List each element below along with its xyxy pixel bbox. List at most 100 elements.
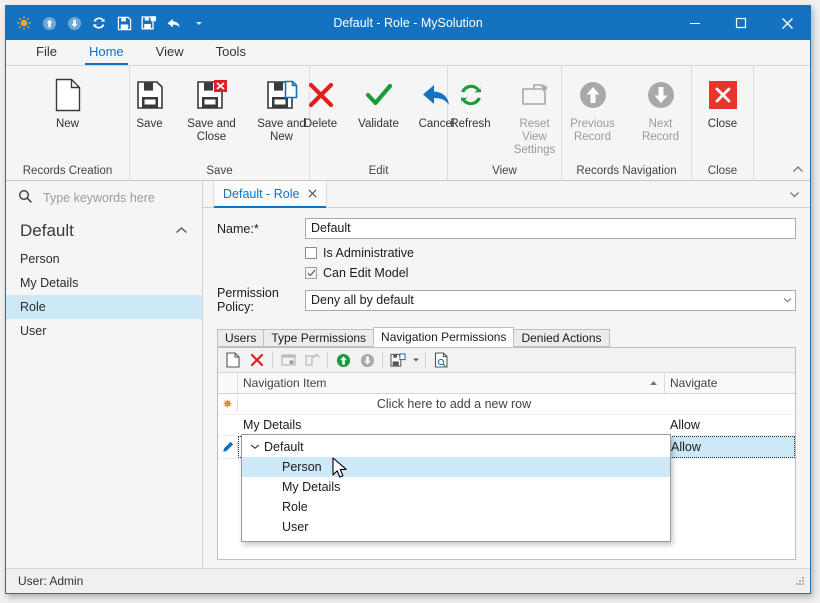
table-row[interactable]: My Details Allow [218,415,795,436]
document-tab-default-role[interactable]: Default - Role [213,181,328,208]
export-dropdown-icon[interactable] [410,349,422,371]
chevron-down-icon[interactable] [779,295,795,305]
sidebar-group-default[interactable]: Default [6,215,202,247]
sidebar-item-user[interactable]: User [6,319,202,343]
minimize-button[interactable] [672,6,718,40]
cell-navigate[interactable]: Allow [665,415,795,435]
new-record-icon[interactable] [221,349,245,371]
dropdown-group-default[interactable]: Default [242,437,670,457]
can-edit-model-label: Can Edit Model [323,266,409,280]
sidebar-group-title: Default [20,221,74,240]
sidebar-item-role[interactable]: Role [6,295,202,319]
ribbon-group-save: Save Save and Close Save and New Save [130,66,310,180]
export-icon[interactable] [386,349,410,371]
ribbon-tab-view[interactable]: View [140,41,200,65]
reset-view-settings-icon [520,75,550,115]
new-row-prompt[interactable]: Click here to add a new row [238,394,665,414]
close-button[interactable] [764,6,810,40]
ribbon-tab-file[interactable]: File [20,41,73,65]
ribbon-button-label: Save [136,118,163,130]
sidebar-item-my-details[interactable]: My Details [6,271,202,295]
ribbon-tab-home[interactable]: Home [73,41,140,65]
close-icon[interactable] [308,187,318,201]
navigation-item-dropdown: Default Person My Details Role User [241,434,671,542]
undo-icon[interactable] [165,14,183,32]
ribbon-button-new[interactable]: New [27,72,109,131]
ribbon-button-close[interactable]: Close [694,72,752,131]
column-header-navigate[interactable]: Navigate [665,373,795,393]
app-menu-icon[interactable] [15,14,33,32]
chevron-up-icon[interactable] [175,224,188,238]
name-input[interactable] [305,218,796,239]
field-row-can-edit-model: Can Edit Model [217,266,796,280]
permission-policy-combobox[interactable]: Deny all by default [305,289,796,311]
permission-policy-label: Permission Policy: [217,286,279,314]
new-row-navigate-cell[interactable] [665,394,795,414]
unlink-icon[interactable] [300,349,324,371]
search-input[interactable] [41,190,175,206]
tab-type-permissions[interactable]: Type Permissions [263,329,375,347]
status-bar: User: Admin [6,568,810,593]
quick-access-toolbar [6,14,208,32]
column-header-navigation-item[interactable]: Navigation Item [238,373,665,393]
document-tabbar: Default - Role [203,181,810,208]
dropdown-item-user[interactable]: User [242,517,670,537]
resize-grip-icon[interactable] [794,575,805,589]
save-and-close-icon[interactable] [140,14,158,32]
ribbon-button-label: Next Record [641,118,680,143]
ribbon-button-label: New [55,118,79,130]
next-record-icon [646,75,676,115]
ribbon-collapse-icon[interactable] [792,165,804,177]
ribbon-button-delete[interactable]: Delete [293,72,349,131]
ribbon-group-label: Records Navigation [576,165,677,177]
can-edit-model-checkbox[interactable] [305,267,317,279]
sidebar-search[interactable] [6,181,202,215]
ribbon-button-next-record[interactable]: Next Record [627,72,695,144]
sort-ascending-icon [649,379,658,388]
chevron-down-icon[interactable] [250,442,264,452]
tab-denied-actions[interactable]: Denied Actions [513,329,610,347]
is-administrative-label: Is Administrative [323,246,415,260]
chevron-down-icon[interactable] [789,181,800,207]
sidebar-item-person[interactable]: Person [6,247,202,271]
cell-navigation-item[interactable]: My Details [238,415,665,435]
previous-record-icon[interactable] [40,14,58,32]
ribbon-button-previous-record[interactable]: Previous Record [559,72,627,144]
ribbon-group-label: Records Creation [22,165,113,177]
maximize-button[interactable] [718,6,764,40]
grid-toolbar [218,348,795,373]
save-and-close-icon [196,75,228,115]
ribbon-button-validate[interactable]: Validate [349,72,409,131]
dropdown-item-my-details[interactable]: My Details [242,477,670,497]
ribbon-button-label: Validate [358,118,399,130]
ribbon-button-save-and-close[interactable]: Save and Close [177,72,247,144]
grid-new-row[interactable]: ✸ Click here to add a new row [218,394,795,415]
ribbon-group-close: Close Close [692,66,754,180]
delete-record-icon[interactable] [245,349,269,371]
document-tab-label: Default - Role [223,187,300,201]
ribbon-button-refresh[interactable]: Refresh [441,72,501,131]
detail-tabbar: Users Type Permissions Navigation Permis… [217,327,796,347]
is-administrative-checkbox[interactable] [305,247,317,259]
ribbon-button-save[interactable]: Save [123,72,177,131]
search-icon [18,189,33,207]
next-record-icon[interactable] [65,14,83,32]
save-icon[interactable] [115,14,133,32]
dropdown-item-role[interactable]: Role [242,497,670,517]
field-row-permission-policy: Permission Policy: Deny all by default [217,286,796,314]
link-icon[interactable] [276,349,300,371]
ribbon-button-label: Delete [303,118,338,130]
refresh-icon[interactable] [90,14,108,32]
customize-qat-icon[interactable] [190,14,208,32]
move-up-icon[interactable] [331,349,355,371]
ribbon-button-label: Save and Close [187,118,236,143]
tab-navigation-permissions[interactable]: Navigation Permissions [373,327,515,347]
tab-users[interactable]: Users [217,329,265,347]
move-down-icon[interactable] [355,349,379,371]
preview-icon[interactable] [429,349,453,371]
ribbon-tab-tools[interactable]: Tools [200,41,262,65]
dropdown-item-person[interactable]: Person [242,457,670,477]
cell-navigate[interactable]: Allow [665,436,795,458]
new-row-star-icon: ✸ [218,397,238,411]
column-header-label: Navigation Item [243,376,327,390]
